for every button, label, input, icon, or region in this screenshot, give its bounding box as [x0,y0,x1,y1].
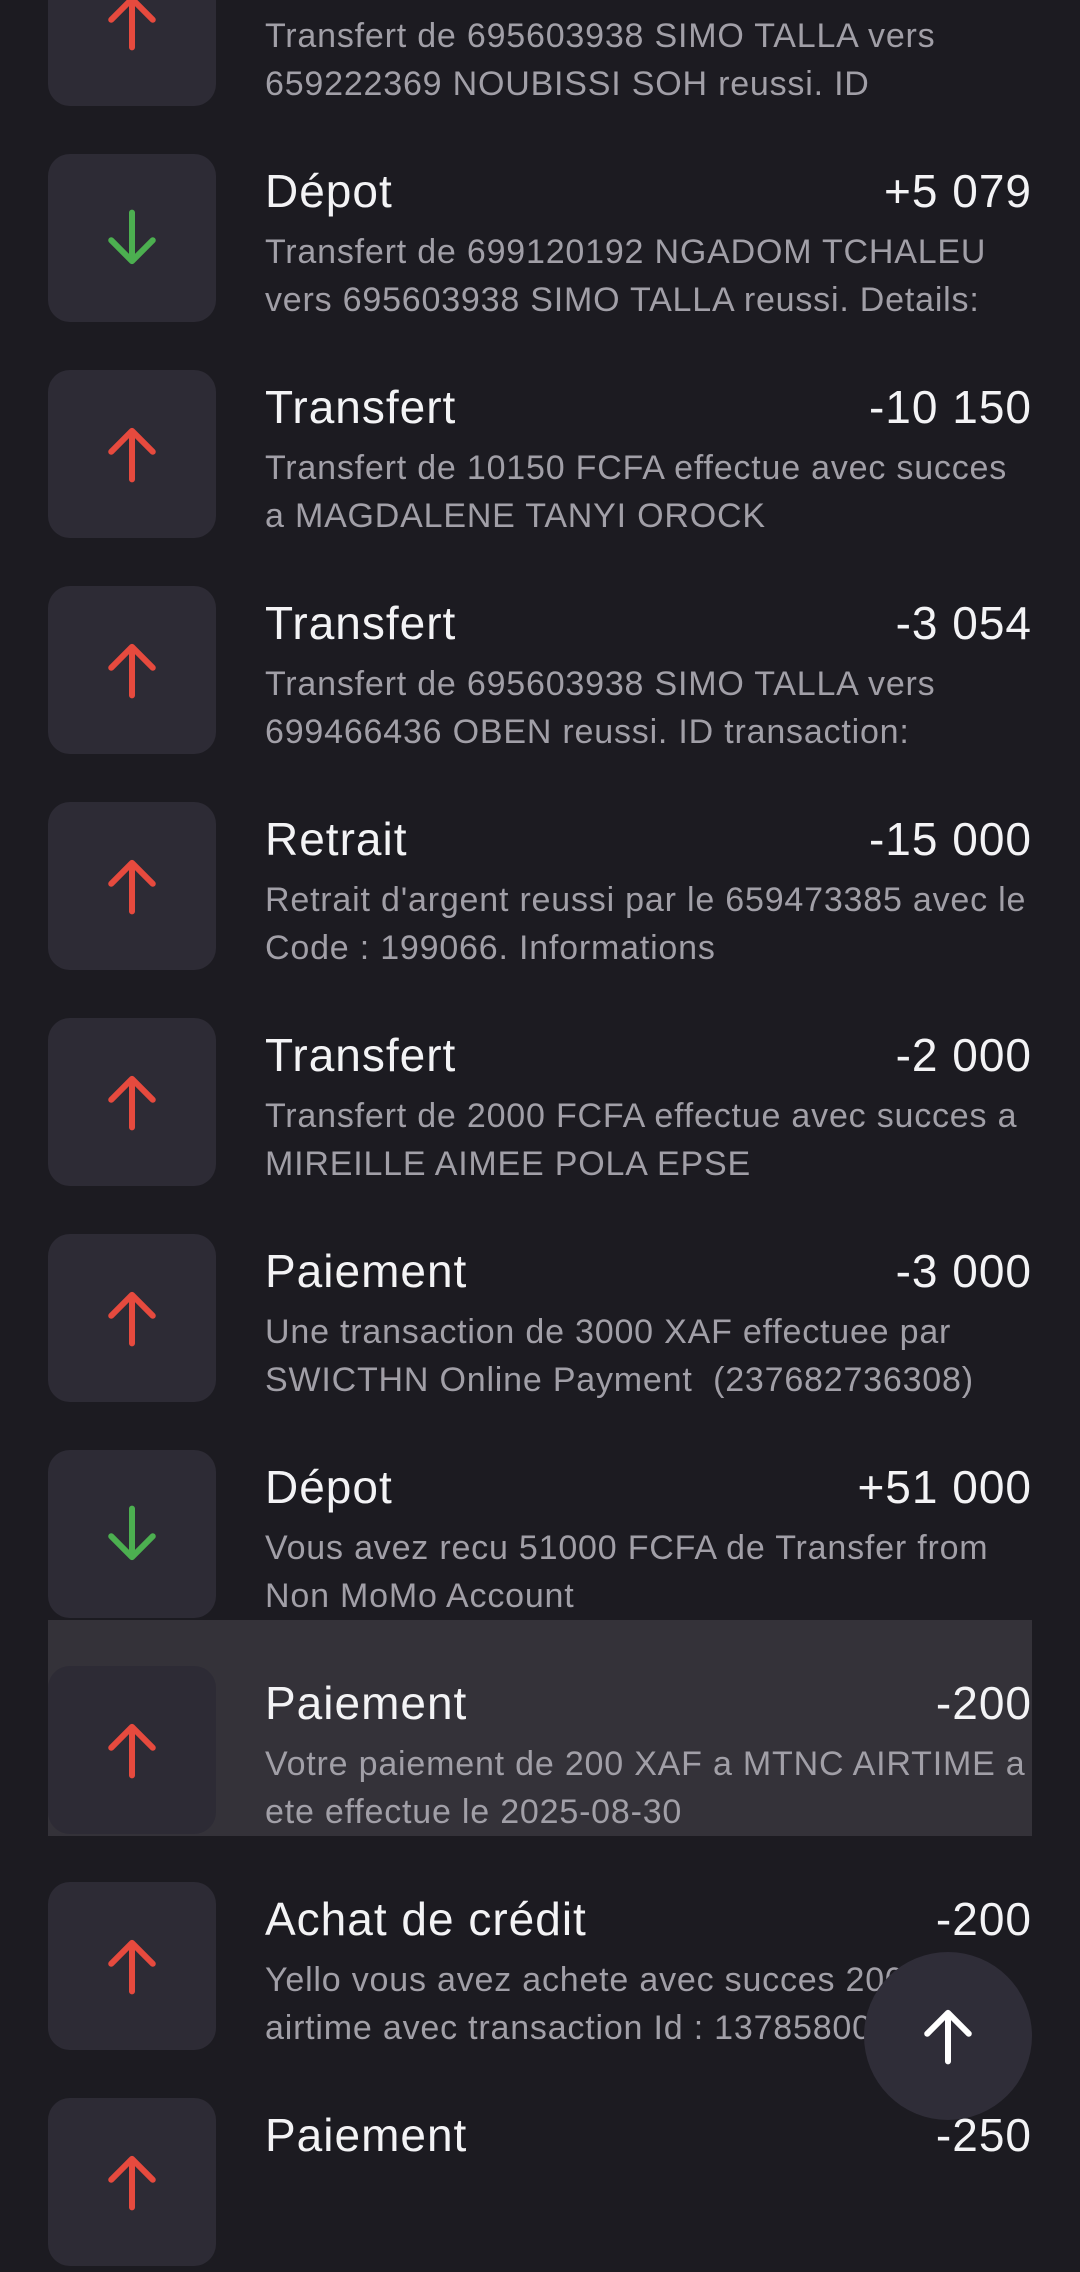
transaction-row[interactable]: Transfert -2 000 Transfert de 2000 FCFA ef… [0,972,1080,1188]
transaction-title: Dépot [265,165,393,217]
transaction-direction-badge [48,1018,216,1186]
transaction-title: Paiement [265,1245,468,1297]
transaction-direction-badge [48,1882,216,2050]
transaction-list[interactable]: Transfert de 695603938 SIMO TALLA vers 6… [0,0,1080,2268]
transaction-amount: -200 [935,1677,1032,1729]
transaction-amount: -3 000 [895,1245,1032,1297]
transaction-description: Transfert de 10150 FCFA effectue avec su… [265,449,1018,535]
transaction-title: Transfert [265,597,457,649]
arrow-up-icon [108,1075,156,1131]
transaction-amount: +5 079 [884,165,1032,217]
arrow-up-icon [108,1939,156,1995]
transaction-amount: +51 000 [857,1461,1032,1513]
transaction-row[interactable]: Retrait -15 000 Retrait d'argent reussi pa… [0,756,1080,972]
transaction-row[interactable]: Transfert -3 054 Transfert de 695603938 SI… [0,540,1080,756]
transaction-row[interactable]: Paiement -200 Votre paiement de 200 XAF a … [0,1620,1080,1836]
transaction-description: Transfert de 699120192 NGADOM TCHALEU ve… [265,233,997,319]
transaction-direction-badge [48,154,216,322]
transaction-title: Achat de crédit [265,1893,587,1945]
transaction-row[interactable]: Transfert de 695603938 SIMO TALLA vers 6… [0,0,1080,108]
transaction-direction-badge [48,370,216,538]
transaction-row[interactable]: Dépot +51 000 Vous avez recu 51000 FCFA de… [0,1404,1080,1620]
transaction-row[interactable]: Paiement -3 000 Une transaction de 3000 XA… [0,1188,1080,1404]
transaction-title: Paiement [265,1677,468,1729]
transaction-amount: -10 150 [868,381,1032,433]
transaction-title: Retrait [265,813,408,865]
arrow-up-icon [108,0,156,51]
arrow-up-icon [108,643,156,699]
transaction-description: Transfert de 2000 FCFA effectue avec suc… [265,1097,1028,1183]
transaction-row[interactable]: Dépot +5 079 Transfert de 699120192 NGADOM… [0,108,1080,324]
transaction-direction-badge [48,1666,216,1834]
transaction-direction-badge [48,802,216,970]
transaction-description: Transfert de 695603938 SIMO TALLA vers 6… [265,17,946,103]
transaction-description: Retrait d'argent reussi par le 659473385… [265,881,1027,967]
transaction-amount: -15 000 [868,813,1032,865]
transaction-direction-badge [48,586,216,754]
arrow-up-icon [108,1723,156,1779]
transaction-direction-badge [48,1450,216,1618]
transaction-direction-badge [48,0,216,106]
transaction-title: Paiement [265,2109,468,2161]
transaction-amount: -3 054 [895,597,1032,649]
transaction-description: Votre paiement de 200 XAF a MTNC AIRTIME… [265,1745,1035,1831]
transaction-amount: -200 [935,1893,1032,1945]
transaction-direction-badge [48,1234,216,1402]
scroll-to-top-button[interactable] [864,1952,1032,2120]
arrow-up-icon [108,427,156,483]
arrow-down-icon [108,1505,156,1561]
arrow-up-icon [108,859,156,915]
transaction-amount: -2 000 [895,1029,1032,1081]
transaction-description: Vous avez recu 51000 FCFA de Transfer fr… [265,1529,999,1615]
transaction-description: Transfert de 695603938 SIMO TALLA vers 6… [265,665,946,751]
transaction-title: Transfert [265,1029,457,1081]
transaction-title: Transfert [265,381,457,433]
transaction-direction-badge [48,2098,216,2266]
arrow-up-icon [924,2009,972,2065]
transaction-row[interactable]: Transfert -10 150 Transfert de 10150 FCFA … [0,324,1080,540]
transaction-description [265,2172,1035,2272]
transaction-description: Une transaction de 3000 XAF effectuee pa… [265,1313,974,1399]
arrow-up-icon [108,1291,156,1347]
arrow-down-icon [108,209,156,265]
transaction-title: Dépot [265,1461,393,1513]
arrow-up-icon [108,2155,156,2211]
